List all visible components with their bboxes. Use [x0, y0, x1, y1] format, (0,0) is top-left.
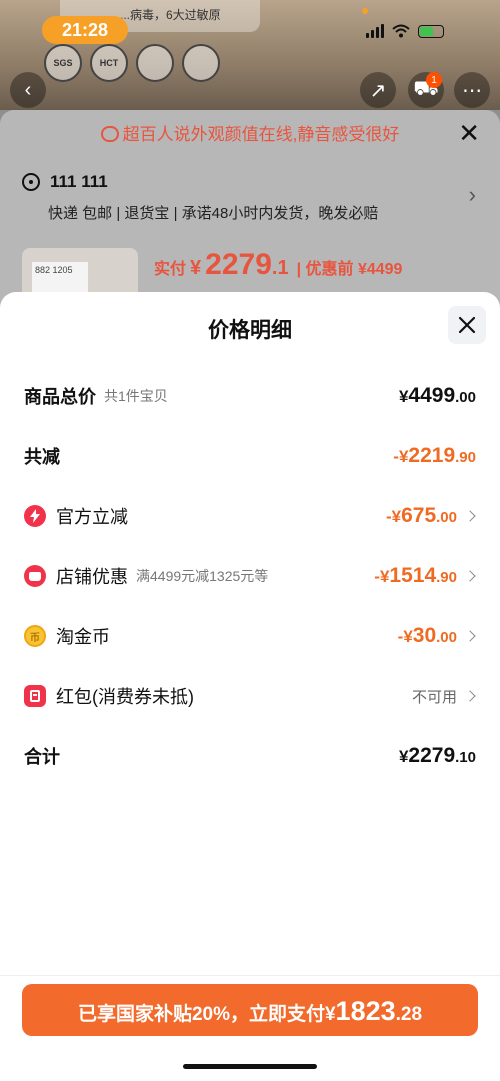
- row-shop-discount[interactable]: 店铺优惠 满4499元减1325元等 -¥ 1514.90: [0, 546, 500, 606]
- price-detail-sheet: 价格明细 商品总价 共1件宝贝 ¥4499.00 共减 -¥ 2219.90 官方…: [0, 292, 500, 1081]
- row-value: -¥ 2219.90: [393, 444, 476, 468]
- row-sub: 共1件宝贝: [104, 388, 168, 404]
- value-dec: .10: [455, 749, 476, 766]
- pay-int: 1823: [335, 996, 396, 1026]
- row-value: 不可用: [412, 686, 476, 707]
- pay-now-button[interactable]: 已享国家补贴20%，立即支付 ¥1823.28: [22, 984, 478, 1036]
- row-label: 店铺优惠: [56, 567, 128, 587]
- recording-dot: [362, 8, 368, 14]
- value-int: 675: [401, 504, 437, 527]
- value-dec: .90: [455, 449, 476, 466]
- address-row[interactable]: 111 111: [22, 172, 108, 192]
- share-button[interactable]: ↗: [360, 72, 396, 108]
- footer-divider: [0, 975, 500, 976]
- chevron-right-icon: [464, 630, 476, 642]
- order-price: 实付 ¥ 2279 .1 | 优惠前 ¥4499: [154, 248, 402, 282]
- order-confirm-sheet: 超百人说外观颜值在线,静音感受很好 ✕ 111 111 快递 包邮 | 退货宝 …: [0, 110, 500, 310]
- value-currency: -¥: [385, 507, 402, 526]
- value-currency: -¥: [397, 627, 413, 646]
- address-name: 111 111: [50, 172, 108, 191]
- certification-badges: SGS HCT: [44, 44, 220, 82]
- value-dec: .90: [436, 569, 457, 586]
- row-sub: 满4499元减1325元等: [136, 568, 269, 584]
- value-currency: ¥: [398, 387, 409, 406]
- pay-label: 实付: [154, 261, 187, 278]
- row-taojinbi[interactable]: 币 淘金币 -¥ 30.00: [0, 606, 500, 666]
- battery-icon: [418, 24, 444, 38]
- row-grand-total: 合计 ¥2279.10: [0, 726, 500, 786]
- pay-currency: ¥: [324, 1004, 336, 1025]
- signal-icon: [366, 24, 384, 38]
- row-label: 共减: [24, 447, 60, 467]
- wifi-icon: [392, 24, 410, 38]
- cert-sgs: SGS: [44, 44, 82, 82]
- sheet-title: 价格明细: [208, 319, 292, 342]
- more-button[interactable]: ⋯: [454, 72, 490, 108]
- home-indicator: [183, 1064, 317, 1069]
- cert-mother-baby: [136, 44, 174, 82]
- coin-icon: 币: [24, 625, 46, 647]
- cert-allergen: [182, 44, 220, 82]
- value-int: 2219: [408, 444, 456, 467]
- price-currency: ¥: [190, 257, 202, 279]
- chevron-right-icon: [464, 570, 476, 582]
- chevron-right-icon: [464, 689, 476, 702]
- row-label: 红包(消费券未抵): [56, 687, 194, 707]
- price-dec: .1: [271, 257, 289, 279]
- value-currency: -¥: [393, 447, 409, 466]
- red-packet-icon: [24, 685, 46, 707]
- price-int: 2279: [205, 248, 272, 281]
- value-dec: .00: [436, 509, 457, 526]
- row-value: ¥4499.00: [399, 384, 476, 408]
- pay-dec: .28: [395, 1004, 423, 1025]
- price-before: | 优惠前 ¥4499: [296, 261, 403, 278]
- row-value: -¥ 30.00: [398, 624, 476, 648]
- row-label: 商品总价: [24, 387, 96, 407]
- value-dec: .00: [455, 389, 476, 406]
- pay-button-label: 已享国家补贴20%，立即支付: [77, 1004, 325, 1025]
- row-value: -¥ 1514.90: [374, 564, 476, 588]
- status-time: 21:28: [42, 16, 128, 44]
- coin-glyph: 币: [30, 632, 40, 644]
- cert-hct: HCT: [90, 44, 128, 82]
- close-icon: [458, 316, 476, 334]
- review-highlight: 超百人说外观颜值在线,静音感受很好: [0, 120, 500, 145]
- shipping-info: 快递 包邮 | 退货宝 | 承诺48小时内发货，晚发必赔: [48, 205, 379, 222]
- review-text: 超百人说外观颜值在线,静音感受很好: [122, 125, 400, 144]
- chevron-right-icon: [464, 510, 476, 522]
- row-total-discount: 共减 -¥ 2219.90: [0, 426, 500, 486]
- value-int: 1514: [389, 564, 437, 587]
- shop-icon: [24, 565, 46, 587]
- back-icon: ‹: [24, 78, 32, 101]
- order-close-button[interactable]: ✕: [458, 118, 480, 149]
- price-rows: 商品总价 共1件宝贝 ¥4499.00 共减 -¥ 2219.90 官方立减 -¥…: [0, 366, 500, 786]
- share-icon: ↗: [369, 79, 387, 102]
- comment-icon: [100, 126, 119, 142]
- more-icon: ⋯: [462, 79, 482, 102]
- row-label: 合计: [24, 747, 60, 767]
- value-currency: -¥: [374, 567, 390, 586]
- status-icons: [366, 24, 444, 38]
- value-int: 4499: [408, 384, 456, 407]
- close-button[interactable]: [448, 306, 486, 344]
- row-total-price: 商品总价 共1件宝贝 ¥4499.00: [0, 366, 500, 426]
- value-int: 30: [412, 624, 437, 647]
- row-value: ¥2279.10: [399, 744, 476, 768]
- value-int: 2279: [408, 744, 456, 767]
- row-red-packet[interactable]: 红包(消费券未抵) 不可用: [0, 666, 500, 726]
- row-label: 淘金币: [56, 627, 110, 647]
- value-currency: ¥: [398, 747, 409, 766]
- row-value: -¥ 675.00: [386, 504, 476, 528]
- cart-badge: 1: [426, 72, 442, 88]
- row-label: 官方立减: [56, 507, 128, 527]
- value-dec: .00: [436, 629, 457, 646]
- chevron-right-icon: ›: [468, 182, 476, 207]
- location-icon: [22, 173, 40, 191]
- status-bar: 21:28: [0, 0, 500, 44]
- row-official-discount[interactable]: 官方立减 -¥ 675.00: [0, 486, 500, 546]
- value-unavailable: 不可用: [411, 688, 457, 706]
- back-button[interactable]: ‹: [10, 72, 46, 108]
- lightning-icon: [24, 505, 46, 527]
